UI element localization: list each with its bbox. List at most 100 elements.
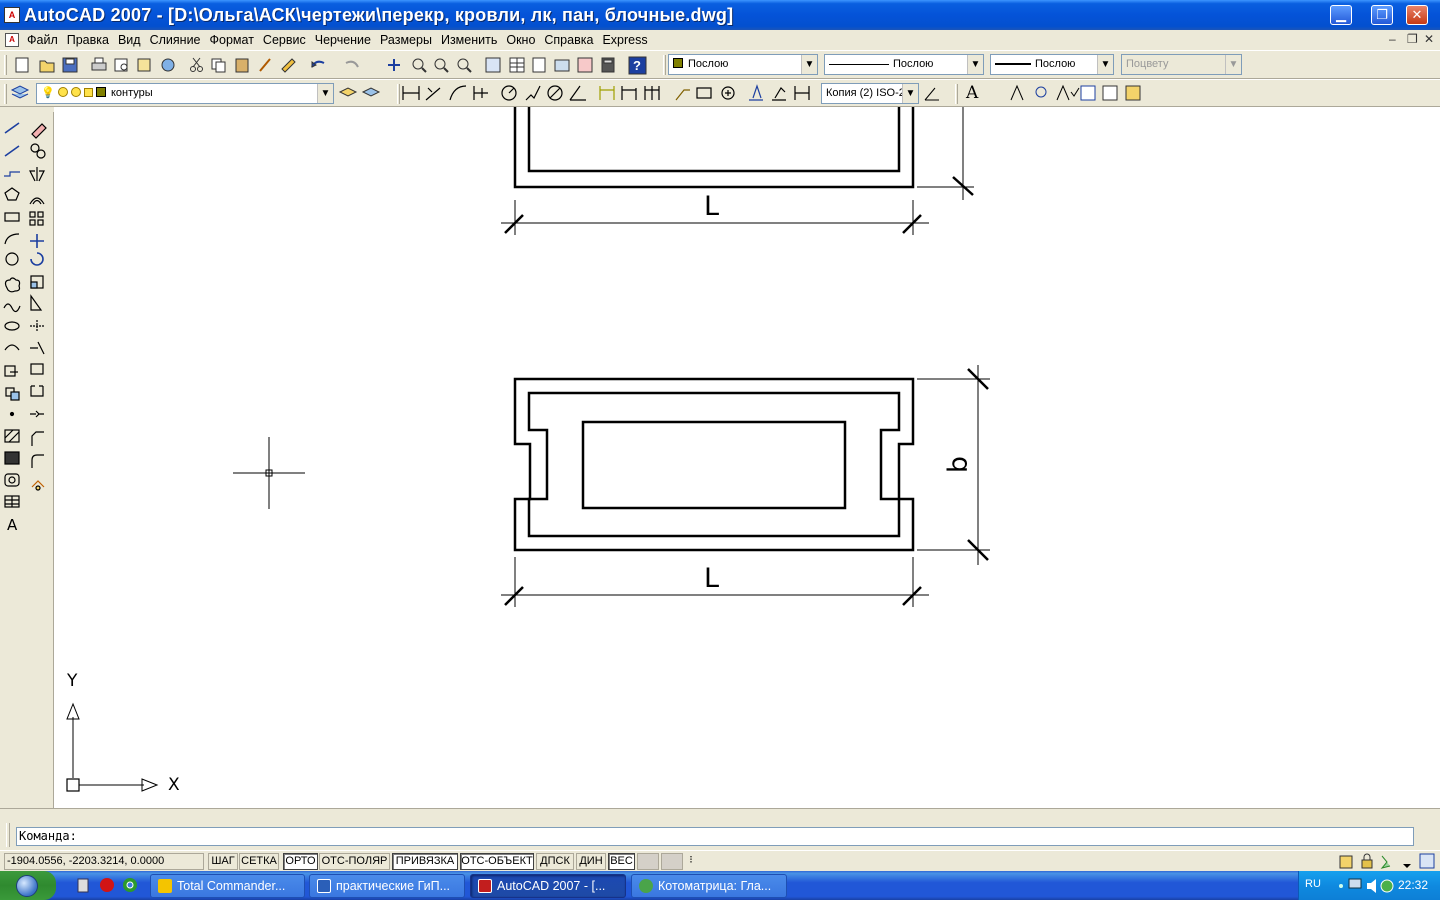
- title-bar[interactable]: A AutoCAD 2007 - [D:\Ольга\АСК\чертежи\п…: [0, 0, 1440, 30]
- dimension-style-control[interactable]: Копия (2) ISO-2 ▼: [821, 83, 919, 104]
- dimension-toolbar-icons: [402, 84, 810, 101]
- total-commander-icon: [158, 879, 172, 893]
- lock-icon[interactable]: [83, 88, 93, 97]
- doc-close-button[interactable]: ✕: [1424, 32, 1434, 46]
- menu-edit[interactable]: Правка: [67, 32, 116, 48]
- network-icon: [1348, 878, 1362, 889]
- offset-icon: [29, 197, 45, 205]
- multiline-text-tool[interactable]: A: [966, 83, 978, 103]
- menu-help[interactable]: Справка: [544, 32, 600, 48]
- menu-merge[interactable]: Слияние: [150, 32, 208, 48]
- continue-dimension-icon: [644, 86, 660, 100]
- system-tray: RU 22:32: [1298, 871, 1440, 900]
- taskbar-item-browser[interactable]: Котоматрица: Гла...: [631, 874, 787, 898]
- language-indicator[interactable]: RU: [1305, 878, 1321, 890]
- polar-toggle[interactable]: ОТС-ПОЛЯР: [319, 853, 390, 870]
- find-replace-icon: [1035, 86, 1047, 98]
- taskbar-item-total-commander[interactable]: Total Commander...: [150, 874, 305, 898]
- menu-file[interactable]: Файл: [27, 32, 65, 48]
- sun-icon[interactable]: [57, 87, 68, 97]
- zoom-previous-icon: [457, 58, 472, 73]
- ellipse-icon: [4, 321, 20, 331]
- menu-view[interactable]: Вид: [118, 32, 148, 48]
- model-layout-icon[interactable]: [637, 853, 659, 870]
- erase-icon: [31, 123, 47, 139]
- lineweight-toggle[interactable]: ВЕС: [608, 853, 635, 870]
- ucs-icon: [66, 702, 159, 792]
- autocad-app-icon[interactable]: A: [4, 7, 20, 23]
- text-toolbar-icons: [1010, 84, 1141, 101]
- start-button[interactable]: [0, 871, 56, 900]
- windows-taskbar: Total Commander... практические ГиП... A…: [0, 871, 1440, 900]
- standard-toolbar-icons: ?: [15, 56, 647, 75]
- word-icon: [317, 879, 331, 893]
- chevron-down-icon[interactable]: ▼: [1097, 55, 1113, 74]
- designcenter-icon: [509, 57, 525, 73]
- quick-launch-icons: [77, 878, 137, 893]
- drawing-canvas[interactable]: L L b Y X: [54, 107, 1440, 808]
- viewport-sun-icon[interactable]: [70, 87, 81, 97]
- document-icon[interactable]: A: [5, 33, 19, 47]
- ducs-toggle[interactable]: ДПСК: [536, 853, 574, 870]
- snap-toggle[interactable]: ШАГ: [208, 853, 238, 870]
- ucs-y-label: Y: [67, 671, 78, 691]
- polyline-icon: [4, 171, 20, 177]
- radius-dimension-icon: [501, 85, 517, 101]
- status-menu-icon[interactable]: ⁝: [686, 853, 696, 870]
- command-grip[interactable]: [6, 823, 10, 847]
- plot-preview-icon: [114, 58, 128, 72]
- restore-button[interactable]: ❐: [1371, 5, 1393, 25]
- menu-express[interactable]: Express: [602, 32, 654, 48]
- taskbar-item-autocad[interactable]: AutoCAD 2007 - [...: [470, 874, 626, 898]
- menu-dimension[interactable]: Размеры: [380, 32, 439, 48]
- undo-icon: [311, 60, 325, 68]
- toolbar-grip[interactable]: [663, 55, 666, 75]
- doc-minimize-button[interactable]: –: [1389, 32, 1396, 46]
- taskbar-item-word-document[interactable]: практические ГиП...: [309, 874, 465, 898]
- doc-restore-button[interactable]: ❐: [1407, 32, 1418, 46]
- menu-format[interactable]: Формат: [210, 32, 261, 48]
- lightbulb-icon[interactable]: 💡: [41, 87, 55, 99]
- chevron-down-icon: ▼: [1225, 55, 1241, 74]
- grid-toggle[interactable]: СЕТКА: [239, 853, 279, 870]
- table-icon: [4, 495, 20, 508]
- bluetooth-dot-icon: [1339, 884, 1343, 888]
- command-prompt: Команда:: [19, 829, 77, 843]
- drawing-svg: [66, 107, 990, 792]
- toolbar-grip[interactable]: [955, 84, 958, 104]
- osnap-toggle[interactable]: ПРИВЯЗКА: [392, 853, 458, 870]
- menu-tools[interactable]: Сервис: [263, 32, 313, 48]
- layer-control[interactable]: 💡 контуры ▼: [36, 83, 334, 104]
- chevron-down-icon[interactable]: ▼: [317, 84, 333, 103]
- lineweight-control[interactable]: Послою ▼: [990, 54, 1114, 75]
- dimension-style-icon[interactable]: [922, 80, 944, 106]
- color-control[interactable]: Послою ▼: [668, 54, 818, 75]
- minimize-button[interactable]: ▁: [1330, 5, 1352, 25]
- make-block-icon: [5, 387, 20, 401]
- mirror-icon: [29, 167, 45, 182]
- chevron-down-icon[interactable]: ▼: [967, 55, 983, 74]
- linetype-control[interactable]: Послою ▼: [824, 54, 984, 75]
- menu-draw[interactable]: Черчение: [315, 32, 378, 48]
- coordinate-display[interactable]: -1904.0556, -2203.3214, 0.0000: [4, 853, 204, 870]
- menu-window[interactable]: Окно: [506, 32, 542, 48]
- command-line-input[interactable]: Команда:: [16, 827, 1414, 846]
- ortho-toggle[interactable]: ОРТО: [283, 853, 318, 870]
- toolbar-grip[interactable]: [4, 84, 7, 104]
- ellipse-arc-icon: [4, 344, 20, 351]
- chevron-down-icon[interactable]: ▼: [801, 55, 817, 74]
- clock[interactable]: 22:32: [1398, 878, 1428, 892]
- spline-icon: [3, 303, 21, 313]
- markup-icon: [577, 57, 593, 73]
- otrack-toggle[interactable]: ОТС-ОБЪЕКТ: [460, 853, 534, 870]
- top-length-label: L: [704, 191, 720, 222]
- draw-modify-palettes: A: [0, 112, 54, 808]
- help-icon: ?: [628, 56, 647, 75]
- close-button[interactable]: ✕: [1406, 5, 1428, 25]
- chevron-down-icon[interactable]: ▼: [902, 84, 918, 103]
- palette-icons: A: [3, 122, 47, 534]
- current-layer-name: контуры: [110, 87, 153, 99]
- menu-modify[interactable]: Изменить: [441, 32, 504, 48]
- dyn-toggle[interactable]: ДИН: [576, 853, 606, 870]
- paper-space-icon[interactable]: [661, 853, 683, 870]
